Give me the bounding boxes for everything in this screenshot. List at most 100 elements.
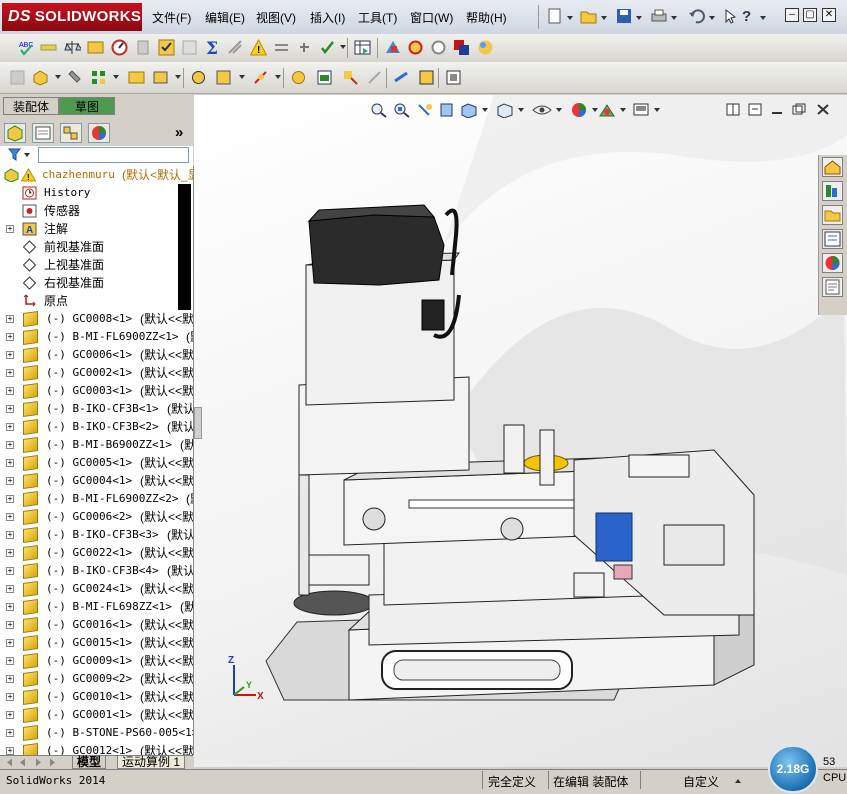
- reference-geometry-icon[interactable]: [252, 69, 269, 86]
- bill-of-materials-icon[interactable]: [316, 69, 333, 86]
- save-icon[interactable]: [615, 8, 633, 24]
- component-row[interactable]: + (-) B-MI-FL698ZZ<1> (默认: [0, 598, 193, 616]
- compare-icon[interactable]: [319, 39, 336, 56]
- clearance-icon[interactable]: [273, 39, 290, 56]
- apply-scene-icon[interactable]: [598, 102, 616, 118]
- feature-manager-tab[interactable]: [4, 123, 26, 143]
- smart-fasteners-icon[interactable]: [430, 39, 447, 56]
- expand-toggle[interactable]: +: [6, 531, 14, 539]
- undo-dropdown-icon[interactable]: [709, 16, 715, 20]
- select-cursor-icon[interactable]: [722, 8, 740, 24]
- tab-model[interactable]: 模型: [72, 755, 107, 769]
- new-part-icon[interactable]: [32, 69, 49, 86]
- zoom-to-fit-icon[interactable]: [370, 102, 388, 118]
- measure-icon[interactable]: [40, 39, 57, 56]
- expand-toggle[interactable]: +: [6, 693, 14, 701]
- expand-toggle[interactable]: +: [6, 477, 14, 485]
- component-row[interactable]: + (-) B-IKO-CF3B<3> (默认<<默: [0, 526, 193, 544]
- units-menu-icon[interactable]: [735, 779, 741, 783]
- expand-toggle[interactable]: +: [6, 459, 14, 467]
- edit-appearance-icon[interactable]: [570, 102, 588, 118]
- new-dropdown-icon[interactable]: [567, 16, 573, 20]
- menu-edit[interactable]: 编辑(E): [205, 9, 245, 26]
- component-row[interactable]: + (-) B-MI-FL6900ZZ<1> (默认: [0, 328, 193, 346]
- expand-toggle[interactable]: +: [6, 603, 14, 611]
- move-dropdown-icon[interactable]: [175, 75, 181, 79]
- warning-icon[interactable]: !: [250, 39, 267, 56]
- task-pane-file-explorer[interactable]: [822, 205, 843, 225]
- expand-toggle[interactable]: +: [6, 333, 14, 341]
- large-assembly-mode-icon[interactable]: [418, 69, 435, 86]
- tree-origin[interactable]: 原点: [0, 292, 193, 310]
- hide-show-icon[interactable]: [532, 102, 552, 118]
- expand-toggle[interactable]: +: [6, 513, 14, 521]
- menu-view[interactable]: 视图(V): [256, 9, 296, 26]
- expand-toggle[interactable]: +: [6, 621, 14, 629]
- compare-dropdown-icon[interactable]: [340, 45, 346, 49]
- expand-toggle[interactable]: +: [6, 747, 14, 755]
- expand-toggle[interactable]: +: [6, 567, 14, 575]
- mass-properties-icon[interactable]: [64, 39, 81, 56]
- component-row[interactable]: + (-) GC0009<1> (默认<<默认: [0, 652, 193, 670]
- display-manager-tab[interactable]: [88, 123, 110, 143]
- assembly-features-dropdown-icon[interactable]: [239, 75, 245, 79]
- tab-motion-study[interactable]: 运动算例 1: [117, 755, 186, 769]
- snapshot-icon[interactable]: [445, 69, 462, 86]
- table-icon[interactable]: [354, 39, 371, 56]
- assembly-model[interactable]: [194, 95, 847, 767]
- section-view-icon[interactable]: [438, 102, 456, 118]
- solidworks-logo[interactable]: DS SOLIDWORKS: [2, 3, 142, 31]
- view-settings-icon[interactable]: [632, 102, 650, 118]
- help-dropdown-icon[interactable]: [760, 16, 766, 20]
- rotate-component-icon[interactable]: [407, 39, 424, 56]
- tree-front-plane[interactable]: 前视基准面: [0, 238, 193, 256]
- instant3d-icon[interactable]: [393, 69, 410, 86]
- expand-panel-button[interactable]: »: [175, 124, 183, 141]
- component-row[interactable]: + (-) GC0015<1> (默认<<默认: [0, 634, 193, 652]
- previous-view-icon[interactable]: [416, 102, 434, 118]
- pattern-dropdown-icon[interactable]: [113, 75, 119, 79]
- menu-insert[interactable]: 插入(I): [310, 9, 345, 26]
- split-view-icon[interactable]: [726, 103, 740, 116]
- expand-toggle[interactable]: +: [6, 657, 14, 665]
- menu-tools[interactable]: 工具(T): [358, 9, 397, 26]
- close-button[interactable]: ✕: [822, 8, 836, 22]
- section-properties-icon[interactable]: [87, 39, 104, 56]
- sensor-tool-icon[interactable]: [111, 39, 128, 56]
- view-orientation-icon[interactable]: [460, 102, 478, 118]
- tab-assembly[interactable]: 装配体: [3, 97, 59, 115]
- assembly-features-icon[interactable]: [215, 69, 232, 86]
- tree-sensors[interactable]: 传感器: [0, 202, 193, 220]
- doc-minimize-icon[interactable]: [770, 103, 784, 116]
- component-row[interactable]: + (-) GC0002<1> (默认<<默认: [0, 364, 193, 382]
- interference-detection-icon[interactable]: [227, 39, 244, 56]
- component-row[interactable]: + (-) B-STONE-PS60-005<1>: [0, 724, 193, 742]
- view-settings-dropdown-icon[interactable]: [654, 108, 660, 112]
- smart-components-icon[interactable]: [128, 69, 145, 86]
- component-row[interactable]: + (-) GC0009<2> (默认<<默认: [0, 670, 193, 688]
- expand-toggle[interactable]: +: [6, 315, 14, 323]
- component-row[interactable]: + (-) B-IKO-CF3B<2> (默认<<默: [0, 418, 193, 436]
- expand-toggle[interactable]: +: [6, 423, 14, 431]
- menu-window[interactable]: 窗口(W): [410, 9, 453, 26]
- component-row[interactable]: + (-) GC0008<1> (默认<<默认: [0, 310, 193, 328]
- display-style-icon[interactable]: [496, 102, 514, 118]
- task-pane-design-library[interactable]: [822, 181, 843, 201]
- tab-sketch[interactable]: 草图: [59, 97, 115, 115]
- tree-scrollbar[interactable]: [178, 184, 191, 310]
- component-row[interactable]: + (-) GC0010<1> (默认<<默认: [0, 688, 193, 706]
- open-folder-icon[interactable]: [580, 8, 598, 24]
- filter-input[interactable]: [38, 147, 189, 163]
- task-pane-appearances[interactable]: [822, 253, 843, 273]
- component-row[interactable]: + (-) B-IKO-CF3B<1> (默认<<默: [0, 400, 193, 418]
- hole-alignment-icon[interactable]: [296, 39, 313, 56]
- print-icon[interactable]: [650, 8, 668, 24]
- doc-close-icon[interactable]: [816, 103, 830, 116]
- menu-file[interactable]: 文件(F): [152, 9, 191, 26]
- expand-toggle[interactable]: +: [6, 369, 14, 377]
- appearance-icon[interactable]: [477, 39, 494, 56]
- check-icon[interactable]: [158, 39, 175, 56]
- tree-annotations[interactable]: + A 注解: [0, 220, 193, 238]
- component-row[interactable]: + (-) GC0004<1> (默认<<默认: [0, 472, 193, 490]
- equations-icon[interactable]: Σ: [204, 39, 221, 56]
